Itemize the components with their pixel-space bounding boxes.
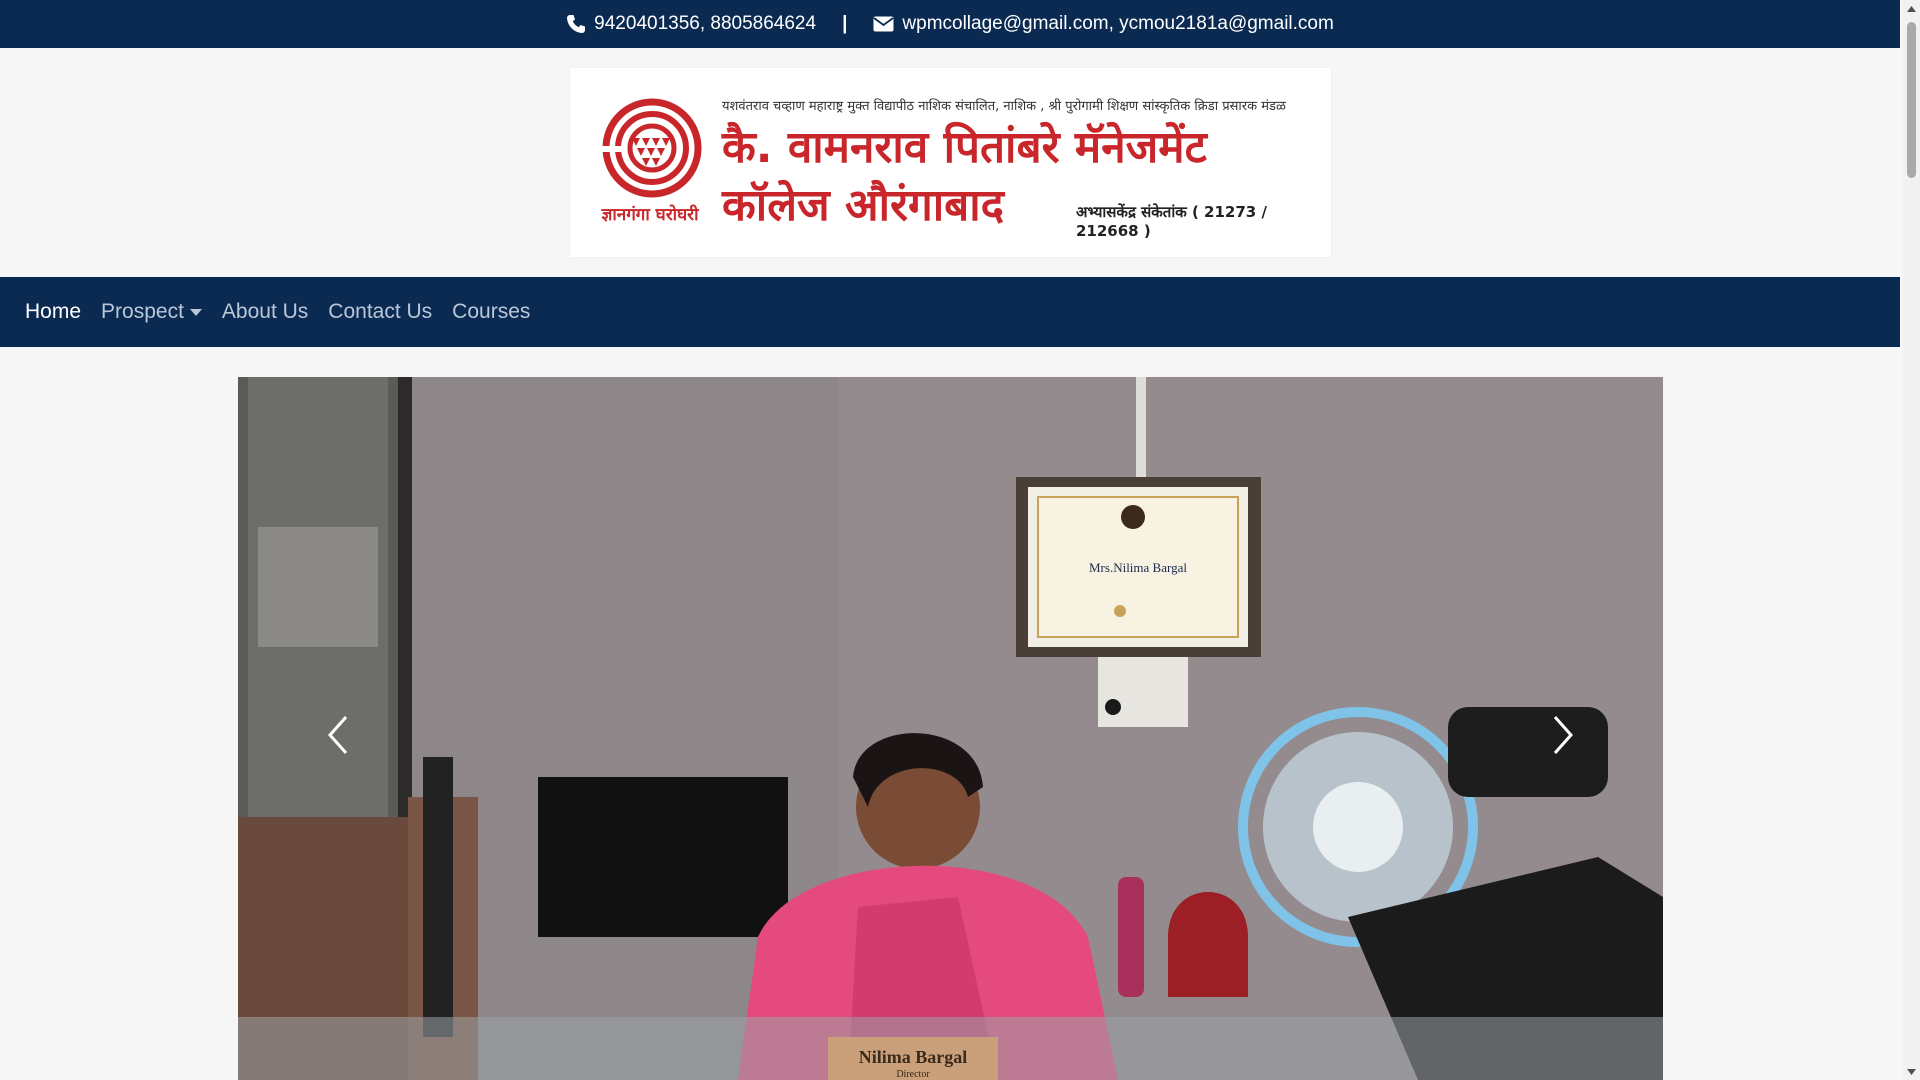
contact-topbar: 9420401356, 8805864624 | wpmcollage@gmai… — [0, 0, 1900, 48]
banner-subtitle: यशवंतराव चव्हाण महाराष्ट्र मुक्त विद्याप… — [722, 99, 1286, 114]
hero-carousel: Mrs.Nilima Bargal Nilima Bargal Director — [238, 377, 1663, 1080]
nav-prospect-dropdown[interactable]: Prospect — [101, 300, 202, 324]
chevron-right-icon — [1552, 715, 1574, 760]
nav-prospect-label: Prospect — [101, 300, 184, 323]
nav-contact-us[interactable]: Contact Us — [328, 300, 432, 324]
center-code: अभ्यासकेंद्र संकेतांक ( 21273 / 212668 ) — [1076, 203, 1267, 240]
carousel-slide-image: Mrs.Nilima Bargal Nilima Bargal Director — [238, 377, 1663, 1080]
nameplate-subtext: Director — [896, 1069, 930, 1080]
logo-tagline: ज्ञानगंगा घरोघरी — [601, 205, 699, 225]
chevron-left-icon — [327, 715, 349, 760]
caret-down-icon — [189, 308, 202, 316]
email-contact: wpmcollage@gmail.com, ycmou2181a@gmail.c… — [873, 13, 1334, 35]
scrollbar-thumb[interactable] — [1907, 22, 1916, 178]
nameplate-text: Nilima Bargal — [859, 1047, 968, 1067]
phone-numbers[interactable]: 9420401356, 8805864624 — [594, 13, 816, 35]
college-name-line2: कॉलेज औरंगाबाद — [722, 180, 1005, 231]
nav-home[interactable]: Home — [25, 300, 81, 324]
contact-separator: | — [842, 13, 848, 34]
phone-icon — [566, 14, 586, 34]
main-navbar: Home Prospect About Us Contact Us Course… — [0, 277, 1900, 347]
scroll-up-arrow-icon[interactable] — [1903, 0, 1920, 17]
email-addresses[interactable]: wpmcollage@gmail.com, ycmou2181a@gmail.c… — [902, 13, 1333, 35]
header-banner-area: ज्ञानगंगा घरोघरी यशवंतराव चव्हाण महाराष्… — [0, 48, 1900, 277]
college-logo-banner[interactable]: ज्ञानगंगा घरोघरी यशवंतराव चव्हाण महाराष्… — [570, 68, 1331, 257]
page-scrollbar[interactable] — [1903, 0, 1920, 1080]
certificate-name: Mrs.Nilima Bargal — [1089, 560, 1187, 575]
nav-courses[interactable]: Courses — [452, 300, 530, 324]
carousel-prev-button[interactable] — [298, 677, 378, 797]
phone-contact: 9420401356, 8805864624 — [566, 13, 816, 35]
nav-about-us[interactable]: About Us — [222, 300, 308, 324]
scroll-down-arrow-icon[interactable] — [1903, 1063, 1920, 1080]
page: 9420401356, 8805864624 | wpmcollage@gmai… — [0, 0, 1900, 1080]
carousel-next-button[interactable] — [1523, 677, 1603, 797]
envelope-icon — [873, 16, 894, 32]
college-name-line1: कै. वामनराव पितांबरे मॅनेजमेंट — [722, 122, 1207, 173]
ycmou-spiral-emblem-icon — [592, 98, 712, 198]
